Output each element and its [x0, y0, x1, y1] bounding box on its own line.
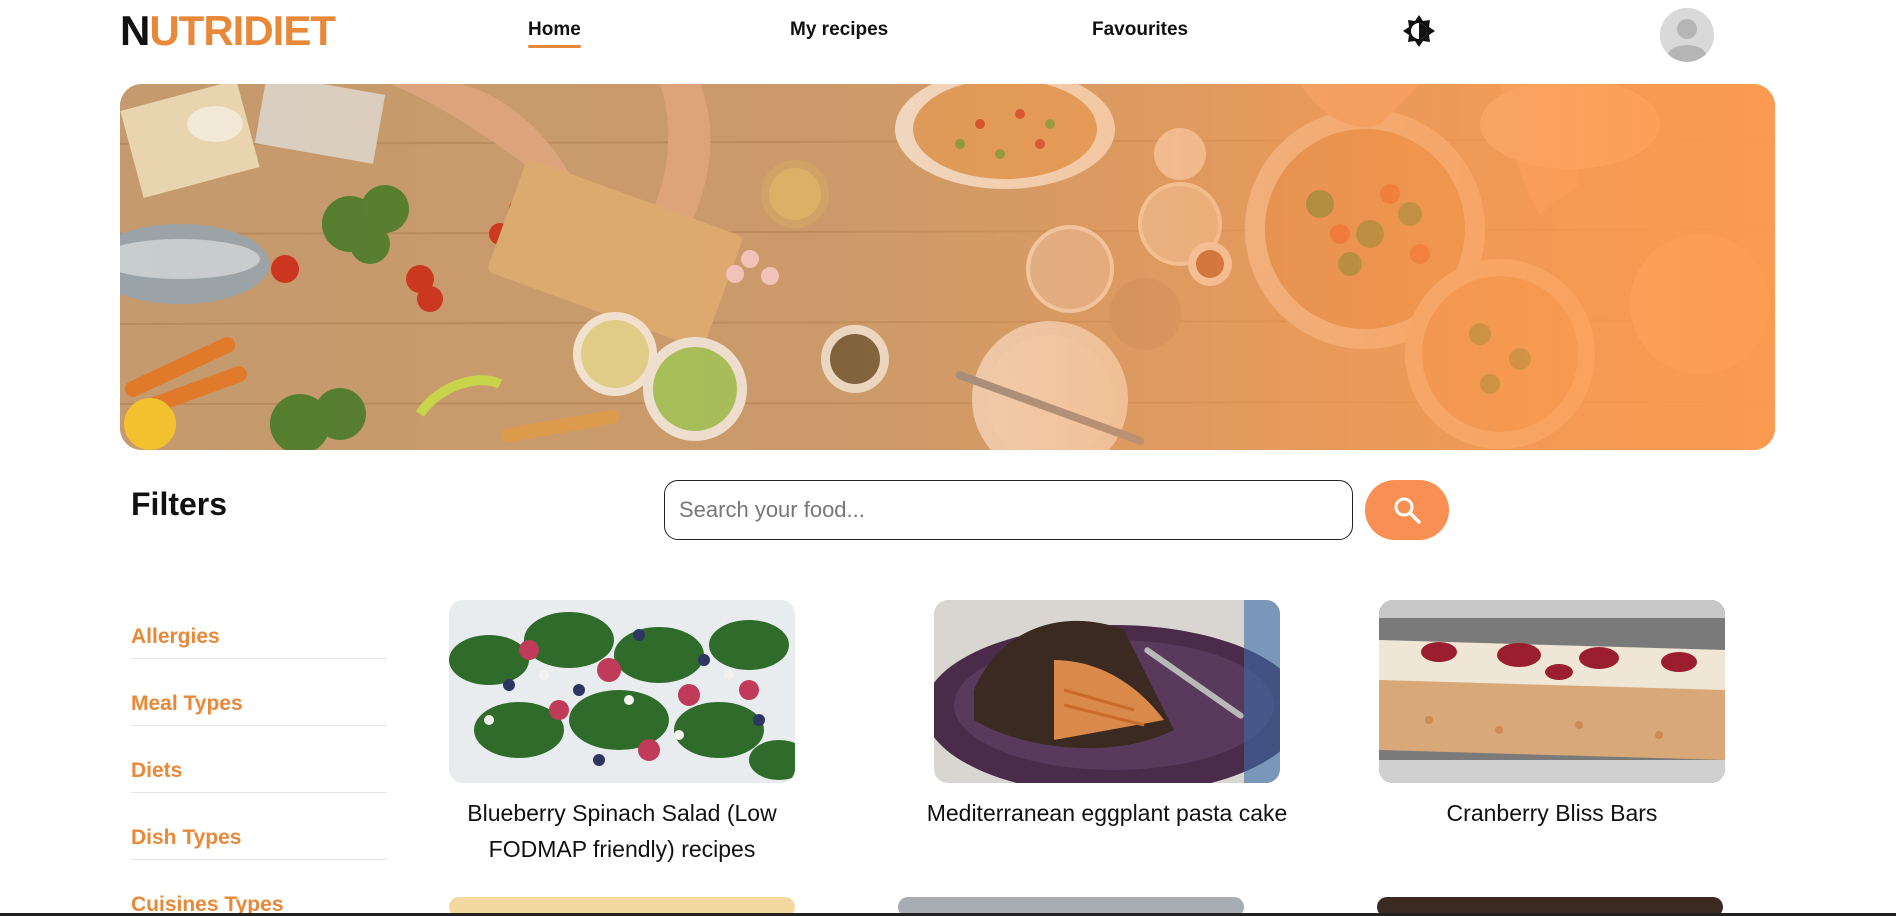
recipe-card[interactable]: Blueberry Spinach Salad (Low FODMAP frie… [449, 600, 822, 867]
recipe-image[interactable] [934, 600, 1280, 783]
filter-diets[interactable]: Diets [131, 758, 387, 793]
filter-meal-types[interactable]: Meal Types [131, 691, 387, 726]
recipe-card[interactable]: Mediterranean eggplant pasta cake [927, 600, 1307, 831]
nav-favourites[interactable]: Favourites [1092, 18, 1188, 42]
search-input[interactable] [664, 480, 1353, 540]
nav-home[interactable]: Home [528, 18, 581, 48]
logo-text: UTRIDIET [149, 7, 336, 54]
logo[interactable]: NUTRIDIET [120, 7, 336, 54]
hero-gradient-overlay [120, 84, 1775, 450]
user-avatar-icon[interactable] [1660, 8, 1714, 62]
page: NUTRIDIET Home My recipes Favourites Fil… [0, 0, 1896, 916]
nav-my-recipes[interactable]: My recipes [790, 18, 888, 42]
recipe-image[interactable] [1379, 600, 1725, 783]
recipe-card[interactable]: Cranberry Bliss Bars [1379, 600, 1752, 831]
recipe-title[interactable]: Blueberry Spinach Salad (Low FODMAP frie… [422, 795, 822, 867]
logo-initial: N [120, 7, 150, 54]
filter-allergies[interactable]: Allergies [131, 624, 387, 659]
filters-title: Filters [131, 486, 228, 522]
search-button[interactable] [1365, 480, 1449, 540]
recipe-image[interactable] [449, 600, 795, 783]
recipe-title[interactable]: Cranberry Bliss Bars [1352, 795, 1752, 831]
hero-banner [120, 84, 1775, 450]
search-icon [1394, 497, 1421, 524]
filter-dish-types[interactable]: Dish Types [131, 825, 387, 860]
brightness-icon[interactable] [1402, 14, 1436, 48]
recipe-title[interactable]: Mediterranean eggplant pasta cake [907, 795, 1307, 831]
